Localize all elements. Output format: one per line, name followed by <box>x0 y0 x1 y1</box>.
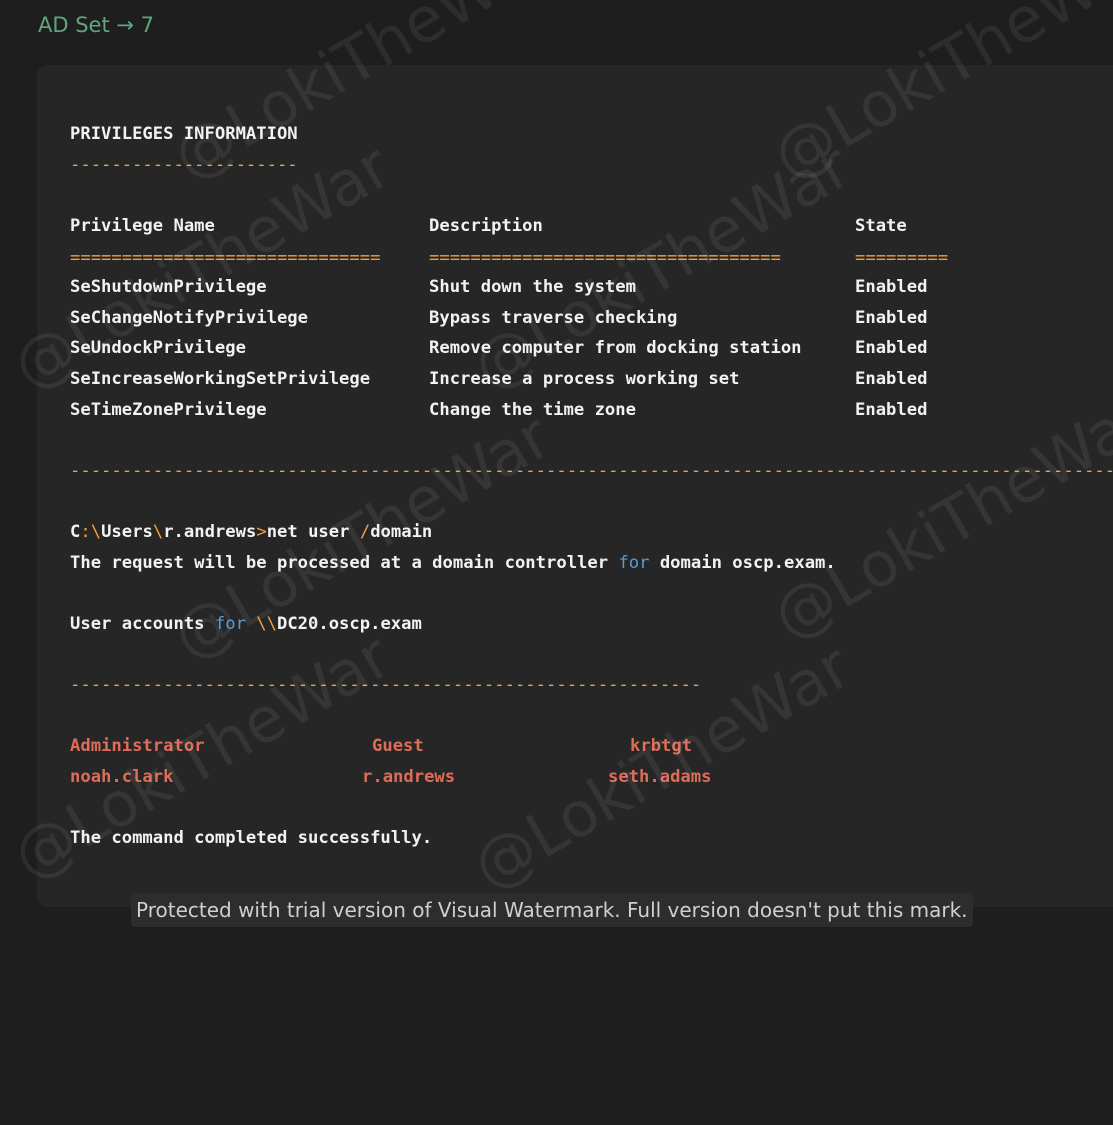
keyword-for: for <box>214 614 246 634</box>
users-divider: ----------------------------------------… <box>70 675 702 695</box>
user-account: seth.adams <box>608 767 712 787</box>
header-rule-state: ========= <box>855 248 949 268</box>
header-state: State <box>855 216 907 236</box>
privilege-name: SeChangeNotifyPrivilege <box>70 308 308 328</box>
prompt-caret: > <box>256 522 267 542</box>
accounts-host: DC20.oscp.exam <box>276 614 422 634</box>
request-line: The request will be processed at a domai… <box>70 552 836 574</box>
privilege-name: SeUndockPrivilege <box>70 338 246 358</box>
privilege-description: Shut down the system <box>429 277 636 297</box>
accounts-text: User accounts <box>70 614 215 634</box>
user-account: krbtgt <box>630 736 693 756</box>
section-divider: ----------------------------------------… <box>70 461 1113 481</box>
privilege-description: Bypass traverse checking <box>429 308 678 328</box>
header-rule-name: ============================== <box>70 248 381 268</box>
accounts-line: User accounts for \\DC20.oscp.exam <box>70 613 422 635</box>
code-block: PRIVILEGES INFORMATION -----------------… <box>37 65 1113 907</box>
command-arg: domain <box>370 522 433 542</box>
privileges-title-rule: ---------------------- <box>70 155 298 175</box>
header-privilege-name: Privilege Name <box>70 216 215 236</box>
prompt-dir: Users <box>101 522 153 542</box>
privilege-name: SeTimeZonePrivilege <box>70 400 267 420</box>
request-text: The request will be processed at a domai… <box>70 553 619 573</box>
prompt-colon: : <box>80 522 91 542</box>
privilege-state: Enabled <box>855 308 928 328</box>
section-heading: AD Set → 7 <box>38 13 155 37</box>
user-account: Administrator <box>70 736 205 756</box>
command-slash: / <box>359 522 371 542</box>
user-account: Guest <box>372 736 424 756</box>
privileges-title: PRIVILEGES INFORMATION <box>70 124 298 144</box>
command-line: C:\Users\r.andrews>net user /domain <box>70 521 432 543</box>
completion-message: The command completed successfully. <box>70 828 433 848</box>
user-account: r.andrews <box>362 767 456 787</box>
path-separator: \ <box>152 522 164 542</box>
header-rule-description: ================================== <box>429 248 781 268</box>
privilege-name: SeShutdownPrivilege <box>70 277 267 297</box>
command-text: net user <box>266 522 360 542</box>
privilege-state: Enabled <box>855 369 928 389</box>
privilege-state: Enabled <box>855 338 928 358</box>
privilege-description: Remove computer from docking station <box>429 338 802 358</box>
privilege-description: Change the time zone <box>429 400 636 420</box>
path-separator: \ <box>90 522 102 542</box>
prompt-drive: C <box>70 522 81 542</box>
trial-watermark-notice: Protected with trial version of Visual W… <box>131 893 973 927</box>
privilege-state: Enabled <box>855 277 928 297</box>
request-domain: domain oscp.exam. <box>649 553 836 573</box>
unc-prefix: \\ <box>245 614 277 634</box>
user-account: noah.clark <box>70 767 174 787</box>
privilege-state: Enabled <box>855 400 928 420</box>
header-description: Description <box>429 216 543 236</box>
privilege-name: SeIncreaseWorkingSetPrivilege <box>70 369 371 389</box>
prompt-dir: r.andrews <box>163 522 257 542</box>
keyword-for: for <box>618 553 650 573</box>
privilege-description: Increase a process working set <box>429 369 740 389</box>
